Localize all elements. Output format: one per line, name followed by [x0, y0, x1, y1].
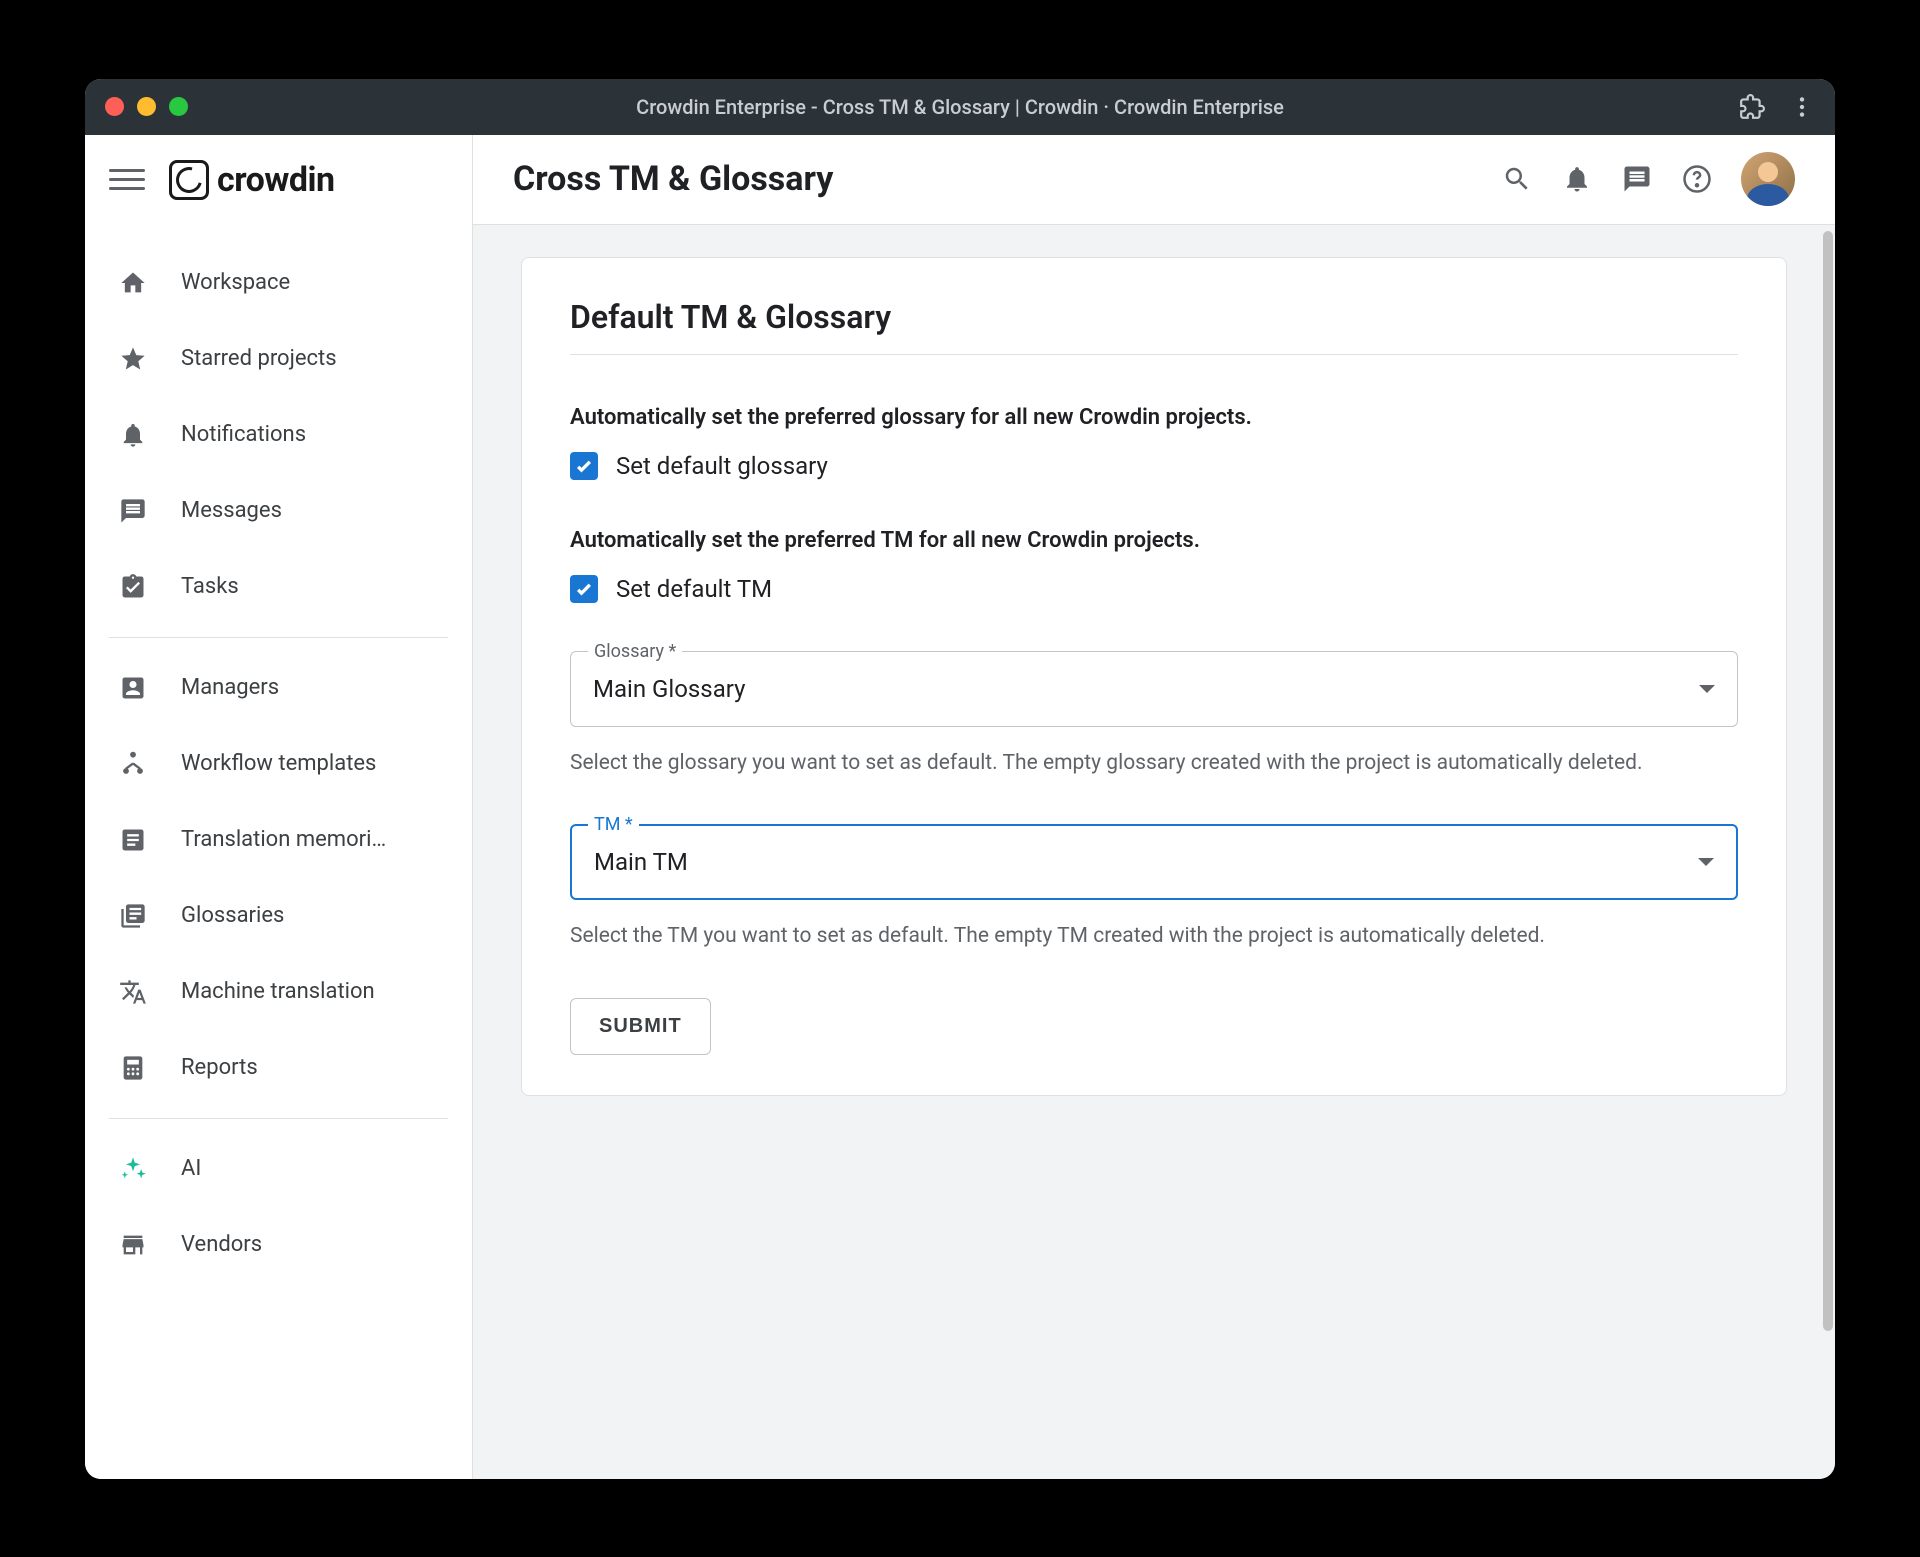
glossary-checkbox[interactable] — [570, 452, 598, 480]
sidebar-item-label: Vendors — [181, 1232, 262, 1257]
sidebar-item-label: AI — [181, 1156, 201, 1181]
sidebar-item-label: Workflow templates — [181, 751, 376, 776]
sidebar-item-mt[interactable]: Machine translation — [85, 954, 472, 1030]
titlebar: Crowdin Enterprise - Cross TM & Glossary… — [85, 79, 1835, 135]
sidebar-item-label: Reports — [181, 1055, 258, 1080]
sidebar-item-starred[interactable]: Starred projects — [85, 321, 472, 397]
sidebar-item-label: Notifications — [181, 422, 306, 447]
sparkle-icon — [117, 1153, 149, 1185]
sidebar-item-reports[interactable]: Reports — [85, 1030, 472, 1106]
tm-select[interactable]: Main TM — [570, 824, 1738, 900]
calculator-icon — [117, 1052, 149, 1084]
glossary-checkbox-label: Set default glossary — [616, 452, 828, 480]
sidebar-item-notifications[interactable]: Notifications — [85, 397, 472, 473]
document-icon — [117, 824, 149, 856]
submit-button[interactable]: SUBMIT — [570, 998, 711, 1055]
tm-select-field: TM * Main TM — [570, 824, 1738, 900]
hamburger-menu-button[interactable] — [109, 162, 145, 198]
home-icon — [117, 267, 149, 299]
tm-checkbox[interactable] — [570, 575, 598, 603]
sidebar-item-messages[interactable]: Messages — [85, 473, 472, 549]
glossary-select[interactable]: Main Glossary — [570, 651, 1738, 727]
message-icon — [117, 495, 149, 527]
card-title: Default TM & Glossary — [570, 298, 1738, 355]
app-window: Crowdin Enterprise - Cross TM & Glossary… — [85, 79, 1835, 1479]
glossary-field-label: Glossary * — [588, 641, 682, 662]
sidebar-item-label: Glossaries — [181, 903, 284, 928]
extension-icon[interactable] — [1739, 94, 1765, 120]
sidebar-item-managers[interactable]: Managers — [85, 650, 472, 726]
traffic-lights — [105, 97, 188, 116]
minimize-window-button[interactable] — [137, 97, 156, 116]
sidebar-item-workspace[interactable]: Workspace — [85, 245, 472, 321]
sidebar-item-ai[interactable]: AI — [85, 1131, 472, 1207]
sidebar-item-label: Messages — [181, 498, 282, 523]
logo[interactable]: crowdin — [169, 160, 335, 200]
store-icon — [117, 1229, 149, 1261]
chevron-down-icon — [1698, 858, 1714, 866]
window-title: Crowdin Enterprise - Cross TM & Glossary… — [636, 95, 1284, 119]
chevron-down-icon — [1699, 685, 1715, 693]
tm-help: Select the TM you want to set as default… — [570, 920, 1738, 954]
workflow-icon — [117, 748, 149, 780]
sidebar-item-label: Machine translation — [181, 979, 375, 1004]
sidebar-item-glossaries[interactable]: Glossaries — [85, 878, 472, 954]
bell-icon[interactable] — [1561, 163, 1593, 195]
logo-icon — [169, 160, 209, 200]
scrollbar[interactable] — [1823, 231, 1833, 1331]
glossary-checkbox-row: Set default glossary — [570, 452, 1738, 480]
main-content: Cross TM & Glossary Default TM & Glossar… — [473, 135, 1835, 1479]
glossary-help: Select the glossary you want to set as d… — [570, 747, 1738, 781]
tm-field-label: TM * — [588, 814, 639, 835]
close-window-button[interactable] — [105, 97, 124, 116]
tm-desc: Automatically set the preferred TM for a… — [570, 528, 1738, 553]
titlebar-actions — [1739, 94, 1815, 120]
glossary-desc: Automatically set the preferred glossary… — [570, 405, 1738, 430]
tm-checkbox-label: Set default TM — [616, 575, 772, 603]
sidebar-item-label: Workspace — [181, 270, 290, 295]
sidebar-item-tasks[interactable]: Tasks — [85, 549, 472, 625]
translate-icon — [117, 976, 149, 1008]
glossary-select-value: Main Glossary — [593, 675, 745, 703]
chat-icon[interactable] — [1621, 163, 1653, 195]
tm-select-value: Main TM — [594, 848, 688, 876]
app-body: crowdin Workspace Starred projects Notif… — [85, 135, 1835, 1479]
divider — [109, 637, 448, 638]
avatar[interactable] — [1741, 152, 1795, 206]
sidebar-item-label: Managers — [181, 675, 279, 700]
content-area: Default TM & Glossary Automatically set … — [473, 225, 1835, 1479]
topbar-actions — [1501, 152, 1795, 206]
star-icon — [117, 343, 149, 375]
page-title: Cross TM & Glossary — [513, 159, 833, 199]
topbar: Cross TM & Glossary — [473, 135, 1835, 225]
sidebar-item-label: Tasks — [181, 574, 239, 599]
sidebar-item-label: Translation memori… — [181, 827, 386, 852]
divider — [109, 1118, 448, 1119]
help-icon[interactable] — [1681, 163, 1713, 195]
sidebar-nav: Workspace Starred projects Notifications… — [85, 225, 472, 1479]
sidebar-item-label: Starred projects — [181, 346, 337, 371]
search-icon[interactable] — [1501, 163, 1533, 195]
sidebar-item-workflow[interactable]: Workflow templates — [85, 726, 472, 802]
person-icon — [117, 672, 149, 704]
more-icon[interactable] — [1789, 94, 1815, 120]
tm-checkbox-row: Set default TM — [570, 575, 1738, 603]
logo-text: crowdin — [217, 160, 335, 200]
bell-icon — [117, 419, 149, 451]
settings-card: Default TM & Glossary Automatically set … — [521, 257, 1787, 1096]
book-icon — [117, 900, 149, 932]
sidebar-item-tm[interactable]: Translation memori… — [85, 802, 472, 878]
task-icon — [117, 571, 149, 603]
sidebar-header: crowdin — [85, 135, 472, 225]
glossary-select-field: Glossary * Main Glossary — [570, 651, 1738, 727]
sidebar: crowdin Workspace Starred projects Notif… — [85, 135, 473, 1479]
sidebar-item-vendors[interactable]: Vendors — [85, 1207, 472, 1283]
maximize-window-button[interactable] — [169, 97, 188, 116]
